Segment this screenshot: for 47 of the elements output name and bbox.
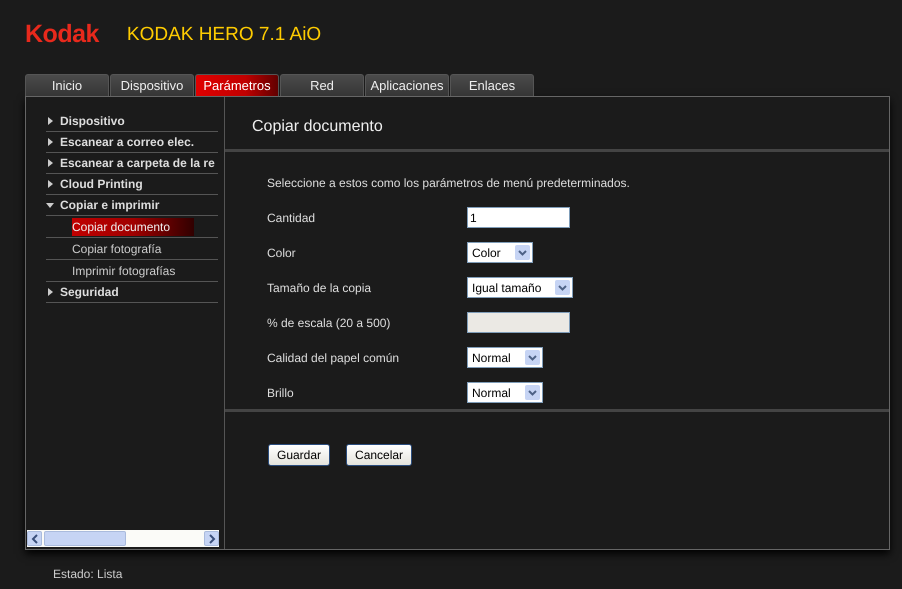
sidebar-item[interactable]: Copiar e imprimir	[46, 195, 218, 216]
sidebar-item[interactable]: Cloud Printing	[46, 174, 218, 195]
tab[interactable]: Aplicaciones	[365, 74, 449, 96]
status-text: Estado: Lista	[53, 567, 124, 581]
chevron-down-icon[interactable]	[528, 354, 537, 360]
field-label: % de escala (20 a 500)	[267, 316, 392, 330]
input-field[interactable]: 1	[467, 207, 570, 228]
tab[interactable]: Dispositivo	[110, 74, 194, 96]
chevron-down-icon[interactable]	[558, 284, 568, 290]
scrollbar-thumb[interactable]	[44, 531, 126, 546]
field-label: Tamaño de la copia	[267, 280, 372, 294]
sidebar-item[interactable]: Escanear a correo elec.	[46, 132, 218, 153]
tab[interactable]: Enlaces	[450, 74, 534, 96]
expand-arrow-icon[interactable]	[46, 159, 54, 167]
expand-arrow-icon[interactable]	[46, 138, 54, 146]
dropdown[interactable]: Igual tamaño	[467, 277, 574, 298]
scroll-right-icon[interactable]	[204, 531, 219, 546]
sidebar-item[interactable]: Seguridad	[46, 282, 218, 303]
expand-arrow-icon[interactable]	[46, 180, 54, 188]
sidebar-subitem[interactable]: Copiar fotografía	[72, 240, 186, 258]
sidebar-item[interactable]: Escanear a carpeta de la re	[46, 153, 218, 174]
field-label: Calidad del papel común	[267, 350, 400, 364]
sidebar-item[interactable]: Dispositivo	[46, 111, 218, 132]
dropdown[interactable]: Normal	[467, 347, 543, 368]
field-label: Cantidad	[267, 210, 316, 224]
collapse-arrow-icon[interactable]	[46, 201, 54, 209]
button[interactable]: Guardar	[268, 444, 330, 466]
field-label: Color	[267, 246, 297, 260]
scroll-left-icon[interactable]	[27, 531, 42, 546]
dropdown[interactable]: Normal	[467, 382, 543, 403]
tab[interactable]: Red	[280, 74, 364, 96]
tab[interactable]: Parámetros	[195, 74, 279, 96]
chevron-down-icon[interactable]	[528, 390, 537, 396]
instruction-text: Seleccione a estos como los parámetros de menú predeterminados.	[267, 176, 631, 190]
field-label: Brillo	[267, 386, 295, 400]
horizontal-scrollbar[interactable]	[27, 530, 219, 547]
expand-arrow-icon[interactable]	[46, 288, 54, 296]
sidebar-subitem[interactable]: Imprimir fotografías	[72, 262, 200, 280]
page-heading: Copiar documento	[251, 117, 384, 137]
device-title: KODAK HERO 7.1 AiO	[126, 24, 322, 46]
sidebar-subitem[interactable]: Copiar documento	[72, 218, 194, 236]
dropdown[interactable]: Color	[467, 242, 533, 263]
button[interactable]: Cancelar	[346, 444, 412, 466]
expand-arrow-icon[interactable]	[46, 117, 54, 125]
logo: Kodak	[25, 20, 99, 48]
tab[interactable]: Inicio	[25, 74, 109, 96]
chevron-down-icon[interactable]	[518, 250, 527, 256]
